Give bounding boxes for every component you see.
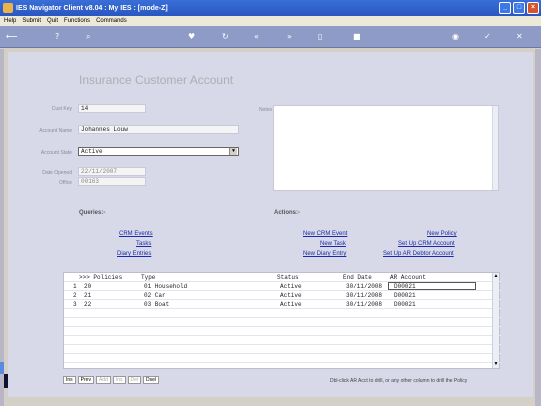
date-opened-label: Date Opened [42, 170, 72, 176]
tasks-link[interactable]: Tasks [136, 241, 151, 247]
col-policies-header[interactable]: >>> Policies [79, 273, 122, 282]
minimize-button[interactable]: _ [499, 2, 511, 14]
notes-label: Notes [258, 107, 272, 113]
policy-cell[interactable]: 20 [84, 282, 91, 291]
scroll-down-icon[interactable]: ▼ [493, 361, 499, 368]
page-title: Insurance Customer Account [79, 73, 234, 87]
taskbar-button[interactable] [4, 374, 8, 388]
policies-grid: >>> Policies Type Status End Date AR Acc… [63, 272, 501, 369]
chevron-down-icon[interactable]: ▼ [229, 148, 237, 155]
policy-cell[interactable]: 21 [84, 291, 91, 300]
deselect-button[interactable]: Dsel [143, 376, 160, 384]
office-field[interactable]: 00163 [78, 177, 146, 186]
office-label: Office [59, 180, 72, 186]
rewind-icon[interactable]: « [254, 31, 259, 43]
menu-functions[interactable]: Functions [64, 18, 90, 24]
diary-entries-link[interactable]: Diary Entries [117, 251, 151, 257]
account-name-field[interactable]: Johannes Louw [78, 125, 239, 134]
menu-quit[interactable]: Quit [47, 18, 58, 24]
grid-nav-bar: Ins Prev Add Ins Del Dsel [63, 376, 160, 384]
notes-scrollbar[interactable] [492, 106, 498, 190]
table-row[interactable]: 2 21 02 Car Active 30/11/2008 D00021 [64, 291, 501, 300]
row-number: 2 [73, 292, 77, 299]
empty-row [64, 327, 501, 336]
page-icon[interactable]: ▯ [318, 31, 322, 43]
queries-heading: Queries:- [79, 210, 106, 216]
menu-help[interactable]: Help [4, 18, 16, 24]
delete-button[interactable]: Del [127, 376, 142, 384]
row-number: 1 [73, 283, 77, 290]
account-state-label: Account State [40, 150, 72, 156]
ar-account-cell[interactable]: D00021 [394, 291, 416, 300]
globe-icon[interactable]: ◉ [452, 31, 459, 43]
refresh-icon[interactable]: ↻ [222, 31, 229, 43]
account-name-label: Account Name [39, 128, 72, 134]
heart-icon[interactable]: ♥ [188, 31, 195, 43]
empty-row [64, 354, 501, 363]
right-frame [535, 49, 541, 406]
status-cell[interactable]: Active [280, 282, 302, 291]
window-title-bar: IES Navigator Client v8.04 : My IES : [m… [0, 0, 541, 16]
selected-cell-outline [388, 282, 476, 290]
account-state-select[interactable]: Active ▼ [78, 147, 239, 156]
grid-scrollbar[interactable]: ▲ ▼ [492, 273, 499, 368]
new-task-link[interactable]: New Task [320, 241, 346, 247]
set-up-ar-debtor-account-link[interactable]: Set Up AR Debtor Account [383, 251, 454, 257]
forward-icon[interactable]: » [287, 31, 292, 43]
new-diary-entry-link[interactable]: New Diary Entry [303, 251, 346, 257]
col-type-header[interactable]: Type [141, 273, 155, 282]
set-up-crm-account-link[interactable]: Set Up CRM Account [398, 241, 455, 247]
empty-row [64, 309, 501, 318]
help-icon[interactable]: ? [55, 31, 59, 43]
col-end-date-header[interactable]: End Date [343, 273, 372, 282]
ar-account-cell[interactable]: D00021 [394, 300, 416, 309]
close-window-button[interactable]: × [527, 2, 539, 14]
new-crm-event-link[interactable]: New CRM Event [303, 231, 347, 237]
maximize-button[interactable]: □ [513, 2, 525, 14]
stop-icon[interactable]: ■ [353, 31, 361, 43]
close-icon[interactable]: ✕ [516, 31, 523, 43]
window-title: IES Navigator Client v8.04 : My IES : [m… [16, 4, 168, 12]
type-cell[interactable]: 03 Boat [144, 300, 169, 309]
toolbar: ⟵ ? ⌕ ♥ ↻ « » ▯ ■ ◉ ✓ ✕ [0, 26, 541, 48]
menu-bar: Help Submit Quit Functions Commands [0, 16, 541, 26]
menu-submit[interactable]: Submit [22, 18, 41, 24]
check-icon[interactable]: ✓ [484, 31, 491, 43]
empty-row [64, 318, 501, 327]
status-cell[interactable]: Active [280, 291, 302, 300]
col-ar-account-header[interactable]: AR Account [390, 273, 426, 282]
date-opened-field[interactable]: 22/11/2007 [78, 167, 146, 176]
type-cell[interactable]: 01 Household [144, 282, 187, 291]
crm-events-link[interactable]: CRM Events [119, 231, 153, 237]
empty-row [64, 345, 501, 354]
end-date-cell[interactable]: 30/11/2008 [346, 300, 382, 309]
end-date-cell[interactable]: 30/11/2008 [346, 282, 382, 291]
empty-row [64, 336, 501, 345]
new-policy-link[interactable]: New Policy [427, 231, 457, 237]
back-arrow-icon[interactable]: ⟵ [6, 31, 17, 43]
ins-button[interactable]: Ins [112, 376, 126, 384]
add-button[interactable]: Add [95, 376, 111, 384]
account-state-value: Active [81, 148, 103, 155]
col-status-header[interactable]: Status [277, 273, 299, 282]
end-date-cell[interactable]: 30/11/2008 [346, 291, 382, 300]
search-icon[interactable]: ⌕ [86, 31, 90, 43]
grid-header-row: >>> Policies Type Status End Date AR Acc… [64, 273, 501, 282]
prev-button[interactable]: Prev [77, 376, 94, 384]
taskbar-strip [0, 362, 4, 374]
notes-textarea[interactable] [273, 105, 499, 191]
cust-key-label: Cust Key [51, 106, 72, 112]
actions-heading: Actions:- [274, 210, 300, 216]
scroll-up-icon[interactable]: ▲ [493, 273, 499, 280]
drill-hint: Dbl-click AR Acct to drill, or any other… [330, 378, 468, 384]
insert-button[interactable]: Ins [63, 376, 76, 384]
app-icon [3, 3, 13, 13]
cust-key-field[interactable]: 14 [78, 104, 146, 113]
table-row[interactable]: 3 22 03 Boat Active 30/11/2008 D00021 [64, 300, 501, 309]
row-number: 3 [73, 301, 77, 308]
type-cell[interactable]: 02 Car [144, 291, 166, 300]
policy-cell[interactable]: 22 [84, 300, 91, 309]
menu-commands[interactable]: Commands [96, 18, 127, 24]
status-cell[interactable]: Active [280, 300, 302, 309]
